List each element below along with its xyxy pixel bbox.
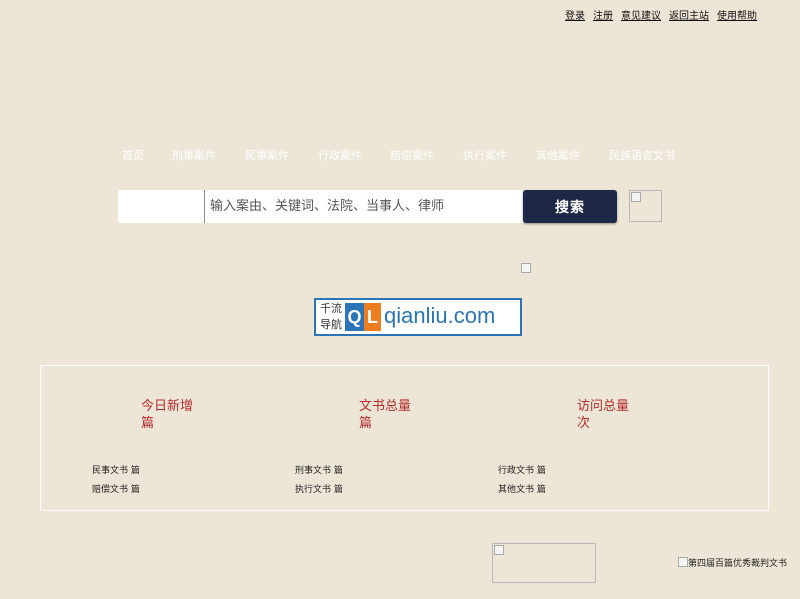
- register-link[interactable]: 注册: [593, 7, 613, 22]
- search-box: [118, 190, 523, 223]
- stat-enforcement: 执行文书 篇: [295, 485, 343, 495]
- award-image-link[interactable]: 第四届百篇优秀裁判文书: [678, 556, 787, 569]
- stat-today: 今日新增 篇: [141, 399, 194, 431]
- broken-image-icon: [631, 192, 641, 202]
- nav-home[interactable]: 首页: [122, 147, 144, 163]
- main-site-link[interactable]: 返回主站: [669, 7, 709, 22]
- stat-civil: 民事文书 篇: [92, 466, 140, 476]
- search-input[interactable]: [205, 190, 515, 223]
- broken-image-icon: [494, 545, 504, 555]
- logo-domain: qianliu.com: [384, 303, 496, 328]
- login-link[interactable]: 登录: [565, 7, 585, 22]
- logo-q-block: Q: [345, 303, 364, 331]
- stats-panel: 今日新增 篇 文书总量 篇 访问总量 次 民事文书 篇 刑事文书 篇 行政文书 …: [40, 365, 769, 511]
- stat-criminal: 刑事文书 篇: [295, 466, 343, 476]
- stat-other: 其他文书 篇: [498, 485, 546, 495]
- broken-image-small: [521, 263, 532, 273]
- stat-visits: 访问总量 次: [577, 399, 630, 431]
- nav-civil[interactable]: 民事案件: [245, 147, 289, 163]
- nav-criminal[interactable]: 刑事案件: [172, 147, 216, 163]
- broken-image-icon: [521, 263, 531, 273]
- bottom-broken-image[interactable]: [492, 543, 596, 583]
- broken-image: [629, 190, 662, 222]
- stat-total: 文书总量 篇: [359, 399, 412, 431]
- feedback-link[interactable]: 意见建议: [621, 7, 661, 22]
- help-link[interactable]: 使用帮助: [717, 7, 757, 22]
- broken-image-icon: [678, 557, 688, 567]
- logo-chinese-text: 千流 导航: [320, 302, 342, 331]
- stat-administrative: 行政文书 篇: [498, 466, 546, 476]
- logo-l-block: L: [364, 303, 381, 331]
- qianliu-logo[interactable]: 千流 导航 Q L qianliu.com: [314, 298, 522, 336]
- nav-compensation[interactable]: 赔偿案件: [390, 147, 434, 163]
- nav-other[interactable]: 其他案件: [536, 147, 580, 163]
- search-type-select[interactable]: [118, 190, 205, 223]
- search-button[interactable]: 搜索: [523, 190, 617, 223]
- top-links: 登录 注册 意见建议 返回主站 使用帮助: [565, 7, 757, 22]
- stat-compensation: 赔偿文书 篇: [92, 485, 140, 495]
- nav-ethnic-language[interactable]: 民族语言文书: [609, 147, 675, 163]
- main-nav: 首页 刑事案件 民事案件 行政案件 赔偿案件 执行案件 其他案件 民族语言文书: [0, 147, 800, 163]
- nav-administrative[interactable]: 行政案件: [318, 147, 362, 163]
- nav-enforcement[interactable]: 执行案件: [463, 147, 507, 163]
